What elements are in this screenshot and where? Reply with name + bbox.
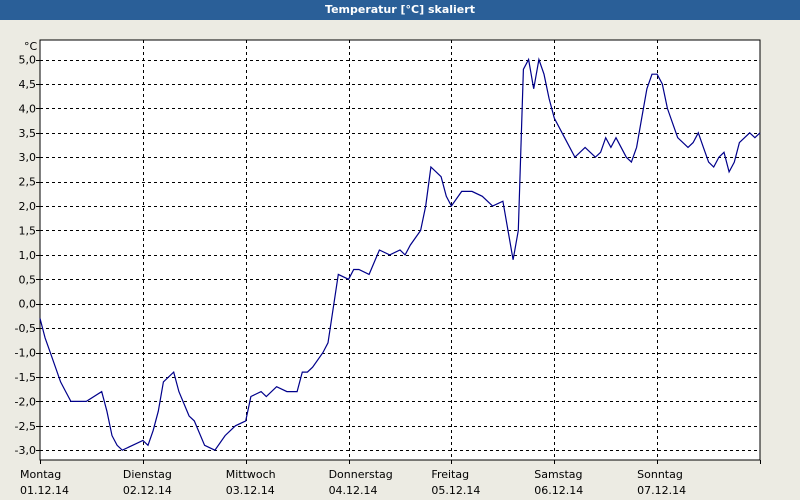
y-tick-label: 3,0 <box>19 151 37 164</box>
y-tick-label: 0,5 <box>19 273 37 286</box>
y-tick-label: 3,5 <box>19 127 37 140</box>
y-tick-label: 4,5 <box>19 78 37 91</box>
x-label-weekday: Donnerstag <box>329 468 393 481</box>
y-tick-label: -3,0 <box>15 444 36 457</box>
y-tick-label: -1,0 <box>15 347 36 360</box>
x-label-weekday: Montag <box>20 468 61 481</box>
x-label-date: 04.12.14 <box>329 484 378 497</box>
y-tick-label: -2,0 <box>15 395 36 408</box>
y-tick-label: 1,0 <box>19 249 37 262</box>
x-label-weekday: Freitag <box>431 468 469 481</box>
x-label-date: 05.12.14 <box>431 484 480 497</box>
chart-window: Temperatur [°C] skaliert 5,0 4,5 4,0 3,5 3,0… <box>0 0 800 500</box>
y-tick-label: -2,5 <box>15 420 36 433</box>
x-label-date: 01.12.14 <box>20 484 69 497</box>
y-tick-label: -1,5 <box>15 371 36 384</box>
y-tick-label: 5,0 <box>19 54 37 67</box>
x-label-weekday: Mittwoch <box>226 468 276 481</box>
window-title: Temperatur [°C] skaliert <box>0 0 800 20</box>
y-tick-label: 4,0 <box>19 102 37 115</box>
x-label-weekday: Sonntag <box>637 468 683 481</box>
x-label-date: 07.12.14 <box>637 484 686 497</box>
y-tick-label: 0,0 <box>19 298 37 311</box>
x-label-date: 03.12.14 <box>226 484 275 497</box>
y-axis-ticks: 5,0 4,5 4,0 3,5 3,0 2,5 2,0 1,5 1,0 0,5 0,0 -0,5 -1,… <box>15 54 40 457</box>
y-tick-label: -0,5 <box>15 322 36 335</box>
y-tick-label: 2,5 <box>19 176 37 189</box>
y-tick-label: 2,0 <box>19 200 37 213</box>
x-label-date: 06.12.14 <box>534 484 583 497</box>
y-axis-unit: °C <box>24 40 38 53</box>
x-label-date: 02.12.14 <box>123 484 172 497</box>
y-tick-label: 1,5 <box>19 224 37 237</box>
temperature-chart: 5,0 4,5 4,0 3,5 3,0 2,5 2,0 1,5 1,0 0,5 0,0 -0,5 -1,… <box>15 39 761 497</box>
x-axis-labels: Montag 01.12.14 Dienstag 02.12.14 Mittwoch 03… <box>20 460 761 497</box>
x-label-weekday: Dienstag <box>123 468 172 481</box>
x-label-weekday: Samstag <box>534 468 582 481</box>
